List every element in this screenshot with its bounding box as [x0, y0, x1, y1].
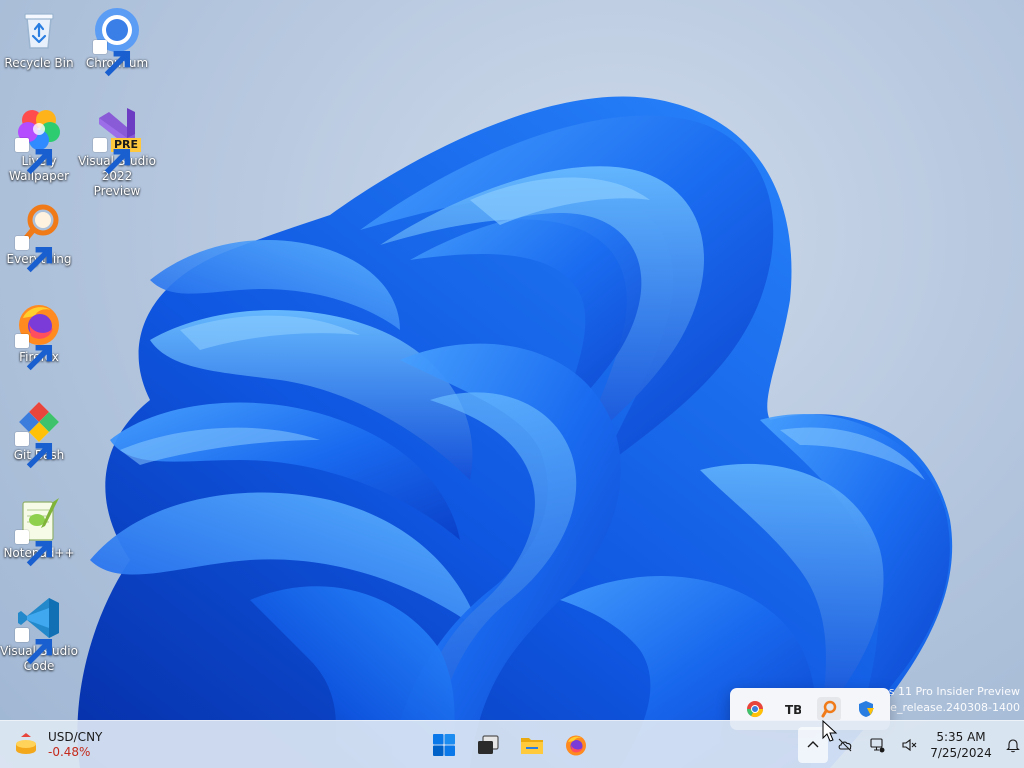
task-view-button[interactable] [468, 725, 508, 765]
widgets-button[interactable]: USD/CNY -0.48% [12, 727, 102, 763]
recycle-bin-icon [15, 6, 63, 54]
desktop-icon-label: Recycle Bin [4, 56, 74, 70]
start-button[interactable] [424, 725, 464, 765]
svg-text:TB: TB [785, 703, 801, 717]
windows-security-icon[interactable] [854, 697, 878, 721]
tb-tray-icon[interactable]: TB [780, 697, 804, 721]
folder-icon [521, 738, 543, 754]
windows-logo-icon [433, 734, 455, 756]
desktop-icon-git-bash[interactable]: Git Bash [0, 398, 78, 469]
volume-button[interactable] [894, 727, 924, 763]
vscode-icon [15, 594, 63, 665]
desktop-icon-firefox[interactable]: Firefox [0, 300, 78, 371]
firefox-icon [566, 735, 586, 756]
shortcut-arrow-icon [15, 628, 53, 665]
shortcut-arrow-icon [93, 40, 131, 77]
desktop-icon-vscode[interactable]: Visual Studio Code [0, 594, 78, 674]
bell-icon [1006, 739, 1020, 753]
shortcut-arrow-icon [15, 530, 53, 567]
stock-ticker-icon [16, 733, 36, 754]
lively-wallpaper-icon [15, 104, 63, 175]
clock-time: 5:35 AM [936, 730, 986, 744]
desktop-icon-chromium[interactable]: Chromium [78, 6, 156, 77]
desktop-icon-everything[interactable]: Everything [0, 202, 78, 273]
network-icon [870, 738, 885, 753]
notifications-button[interactable] [998, 725, 1024, 765]
shortcut-arrow-icon [93, 138, 131, 175]
desktop-icon-notepad-plus-plus[interactable]: Notepad++ [0, 496, 78, 567]
firefox-taskbar-button[interactable] [556, 725, 596, 765]
shortcut-arrow-icon [15, 432, 53, 469]
network-button[interactable] [862, 727, 892, 763]
everything-tray-icon[interactable] [816, 697, 841, 721]
insider-watermark: s 11 Pro Insider Preview ge_release.2403… [883, 684, 1020, 716]
taskbar: USD/CNY -0.48% 5:35 AM 7/25/2024 [0, 720, 1024, 768]
widget-ticker: USD/CNY [48, 730, 103, 744]
desktop: Recycle Bin Chromium Lively Wallpaper PR… [0, 0, 1024, 768]
visual-studio-icon: PRE [93, 104, 141, 175]
chromium-icon [93, 6, 141, 77]
mouse-cursor-icon [822, 720, 838, 742]
firefox-icon [15, 300, 63, 371]
watermark-line-2: ge_release.240308-1400 [883, 701, 1020, 714]
desktop-icon-lively-wallpaper[interactable]: Lively Wallpaper [0, 104, 78, 184]
desktop-icon-recycle-bin[interactable]: Recycle Bin [0, 6, 78, 71]
file-explorer-button[interactable] [512, 725, 552, 765]
desktop-icon-visual-studio[interactable]: PRE Visual Studio 2022 Preview [78, 104, 156, 199]
git-bash-icon [15, 398, 63, 469]
task-view-icon [478, 735, 499, 754]
everything-search-icon [15, 202, 63, 273]
volume-muted-icon [902, 738, 917, 752]
taskbar-apps [424, 725, 596, 765]
chromium-tray-icon[interactable] [743, 697, 767, 721]
clock[interactable]: 5:35 AM 7/25/2024 [926, 725, 996, 765]
watermark-line-1: s 11 Pro Insider Preview [888, 685, 1020, 698]
shortcut-arrow-icon [15, 334, 53, 371]
chevron-up-icon [807, 741, 819, 748]
clock-date: 7/25/2024 [930, 746, 992, 760]
notepad-plus-plus-icon [15, 496, 63, 567]
widget-change: -0.48% [48, 745, 91, 759]
shortcut-arrow-icon [15, 138, 53, 175]
shortcut-arrow-icon [15, 236, 53, 273]
